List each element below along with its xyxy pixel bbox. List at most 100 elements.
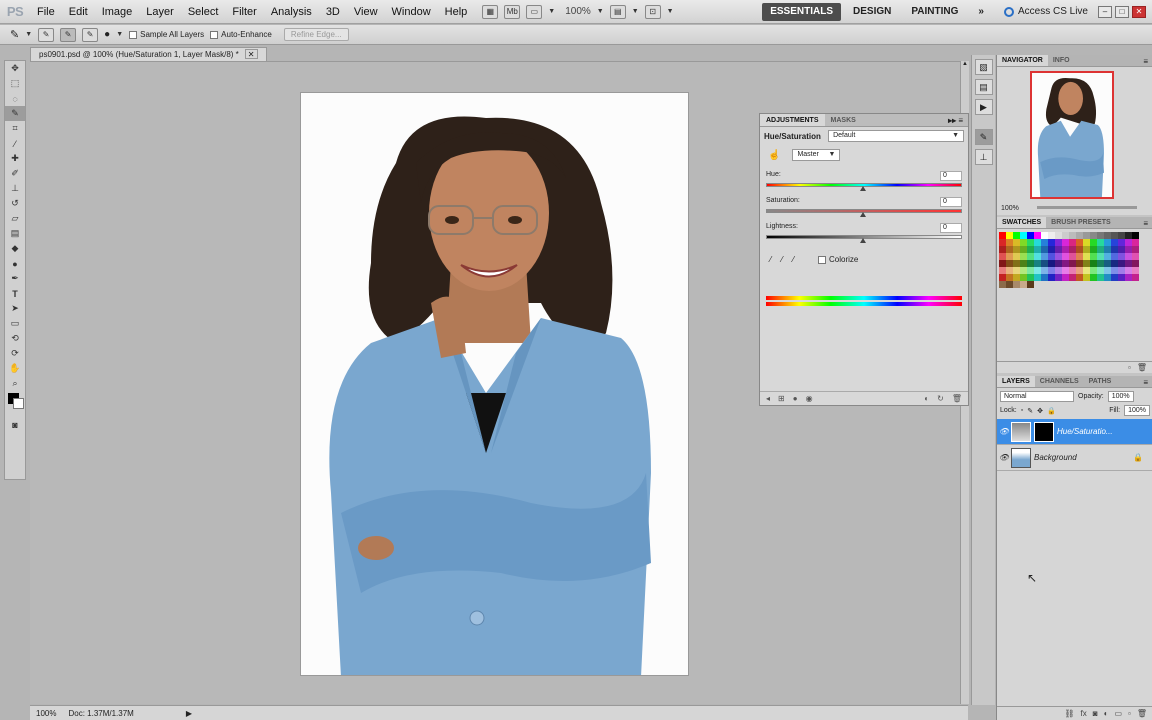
new-group-icon[interactable]: ▭ — [1114, 709, 1122, 718]
workspace-design[interactable]: DESIGN — [845, 3, 899, 21]
status-arrow-icon[interactable]: ▶ — [186, 709, 192, 718]
swatch[interactable] — [1013, 253, 1020, 260]
swatch[interactable] — [1111, 239, 1118, 246]
brush-size-icon[interactable]: ● — [104, 29, 110, 40]
tab-paths[interactable]: PATHS — [1084, 376, 1117, 387]
swatch[interactable] — [1034, 239, 1041, 246]
dodge-tool-icon[interactable]: ● — [5, 256, 25, 271]
swatch[interactable] — [1111, 246, 1118, 253]
clip-to-layer-icon[interactable]: ● — [793, 394, 798, 403]
chevron-down-icon[interactable]: ▼ — [667, 8, 674, 15]
swatch[interactable] — [1027, 267, 1034, 274]
swatch[interactable] — [1048, 274, 1055, 281]
swatch[interactable] — [1034, 246, 1041, 253]
swatch[interactable] — [1125, 260, 1132, 267]
tab-swatches[interactable]: SWATCHES — [997, 217, 1047, 228]
arrange-docs-icon[interactable]: ▤ — [609, 4, 626, 19]
swatch[interactable] — [1076, 260, 1083, 267]
history-brush-tool-icon[interactable]: ↺ — [5, 196, 25, 211]
swatch[interactable] — [999, 239, 1006, 246]
swatch[interactable] — [1006, 253, 1013, 260]
swatch[interactable] — [1090, 232, 1097, 239]
swatch[interactable] — [1013, 232, 1020, 239]
swatch[interactable] — [1104, 232, 1111, 239]
quick-selection-tool-icon[interactable]: ✎ — [10, 28, 19, 41]
swatch[interactable] — [1062, 232, 1069, 239]
menu-view[interactable]: View — [347, 0, 385, 24]
brush-panel-icon[interactable]: ✎ — [974, 129, 993, 145]
extras-icon[interactable]: ▭ — [526, 4, 543, 19]
swatch[interactable] — [1083, 253, 1090, 260]
swatch[interactable] — [1097, 260, 1104, 267]
layer-row[interactable]: 👁 Background 🔒 — [997, 445, 1152, 471]
hue-slider-thumb[interactable] — [860, 186, 866, 191]
blend-mode-dropdown[interactable]: Normal — [1000, 391, 1074, 402]
swatch[interactable] — [1041, 232, 1048, 239]
chevron-down-icon[interactable]: ▼ — [25, 31, 32, 38]
swatch[interactable] — [1097, 267, 1104, 274]
hue-input[interactable]: 0 — [940, 171, 962, 181]
swatch[interactable] — [1083, 267, 1090, 274]
swatch[interactable] — [1083, 239, 1090, 246]
chevron-down-icon[interactable]: ▼ — [632, 8, 639, 15]
3d-orbit-tool-icon[interactable]: ⟳ — [5, 346, 25, 361]
menu-window[interactable]: Window — [385, 0, 438, 24]
swatch[interactable] — [1034, 260, 1041, 267]
histogram-icon[interactable]: ▧ — [974, 59, 993, 75]
path-selection-tool-icon[interactable]: ➤ — [5, 301, 25, 316]
targeted-adjustment-icon[interactable]: ☝ — [768, 150, 780, 161]
subtract-from-selection-icon[interactable]: ✎ — [82, 27, 99, 42]
swatch[interactable] — [1069, 267, 1076, 274]
swatch[interactable] — [1062, 260, 1069, 267]
swatch[interactable] — [1076, 239, 1083, 246]
swatch[interactable] — [1048, 232, 1055, 239]
swatch[interactable] — [1027, 232, 1034, 239]
chevron-down-icon[interactable]: ▼ — [116, 31, 123, 38]
swatch[interactable] — [1090, 253, 1097, 260]
swatch[interactable] — [1020, 246, 1027, 253]
swatch[interactable] — [1006, 281, 1013, 288]
link-layers-icon[interactable]: ⛓ — [1064, 709, 1074, 718]
saturation-slider-thumb[interactable] — [860, 212, 866, 217]
swatch[interactable] — [1041, 239, 1048, 246]
chevron-down-icon[interactable]: ▼ — [548, 8, 555, 15]
swatch[interactable] — [1020, 239, 1027, 246]
clone-source-icon[interactable]: ⊥ — [974, 149, 993, 165]
swatch[interactable] — [1083, 274, 1090, 281]
preset-dropdown[interactable]: Default ▼ — [828, 130, 964, 142]
panel-menu-icon[interactable]: ≡ — [1143, 217, 1152, 228]
swatch[interactable] — [1055, 239, 1062, 246]
swatch[interactable] — [1027, 253, 1034, 260]
swatch[interactable] — [1027, 246, 1034, 253]
swatch[interactable] — [1020, 232, 1027, 239]
swatch[interactable] — [1020, 281, 1027, 288]
swatch[interactable] — [1104, 260, 1111, 267]
toggle-visibility-icon[interactable]: ◉ — [806, 394, 813, 403]
swatch[interactable] — [1104, 274, 1111, 281]
swatch[interactable] — [1111, 253, 1118, 260]
actions-icon[interactable]: ▶ — [974, 99, 993, 115]
swatch[interactable] — [1027, 274, 1034, 281]
swatch[interactable] — [1097, 246, 1104, 253]
panel-menu-icon[interactable]: ≡ — [1143, 55, 1152, 66]
swatch[interactable] — [1034, 232, 1041, 239]
menu-analysis[interactable]: Analysis — [264, 0, 319, 24]
swatch[interactable] — [1041, 253, 1048, 260]
swatch[interactable] — [1048, 239, 1055, 246]
add-mask-icon[interactable]: ◙ — [1093, 709, 1098, 718]
swatch[interactable] — [1076, 274, 1083, 281]
swatch[interactable] — [999, 260, 1006, 267]
swatch[interactable] — [1132, 232, 1139, 239]
swatch[interactable] — [1076, 253, 1083, 260]
background-color[interactable] — [13, 398, 24, 409]
eyedropper-icon[interactable]: ⁄ — [770, 255, 771, 264]
swatch[interactable] — [999, 274, 1006, 281]
swatch[interactable] — [1090, 260, 1097, 267]
opacity-input[interactable]: 100% — [1107, 391, 1134, 402]
swatch[interactable] — [1027, 260, 1034, 267]
swatch[interactable] — [1020, 274, 1027, 281]
swatch[interactable] — [1013, 274, 1020, 281]
tab-layers[interactable]: LAYERS — [997, 376, 1035, 387]
swatch[interactable] — [1013, 267, 1020, 274]
hand-tool-icon[interactable]: ✋ — [5, 361, 25, 376]
